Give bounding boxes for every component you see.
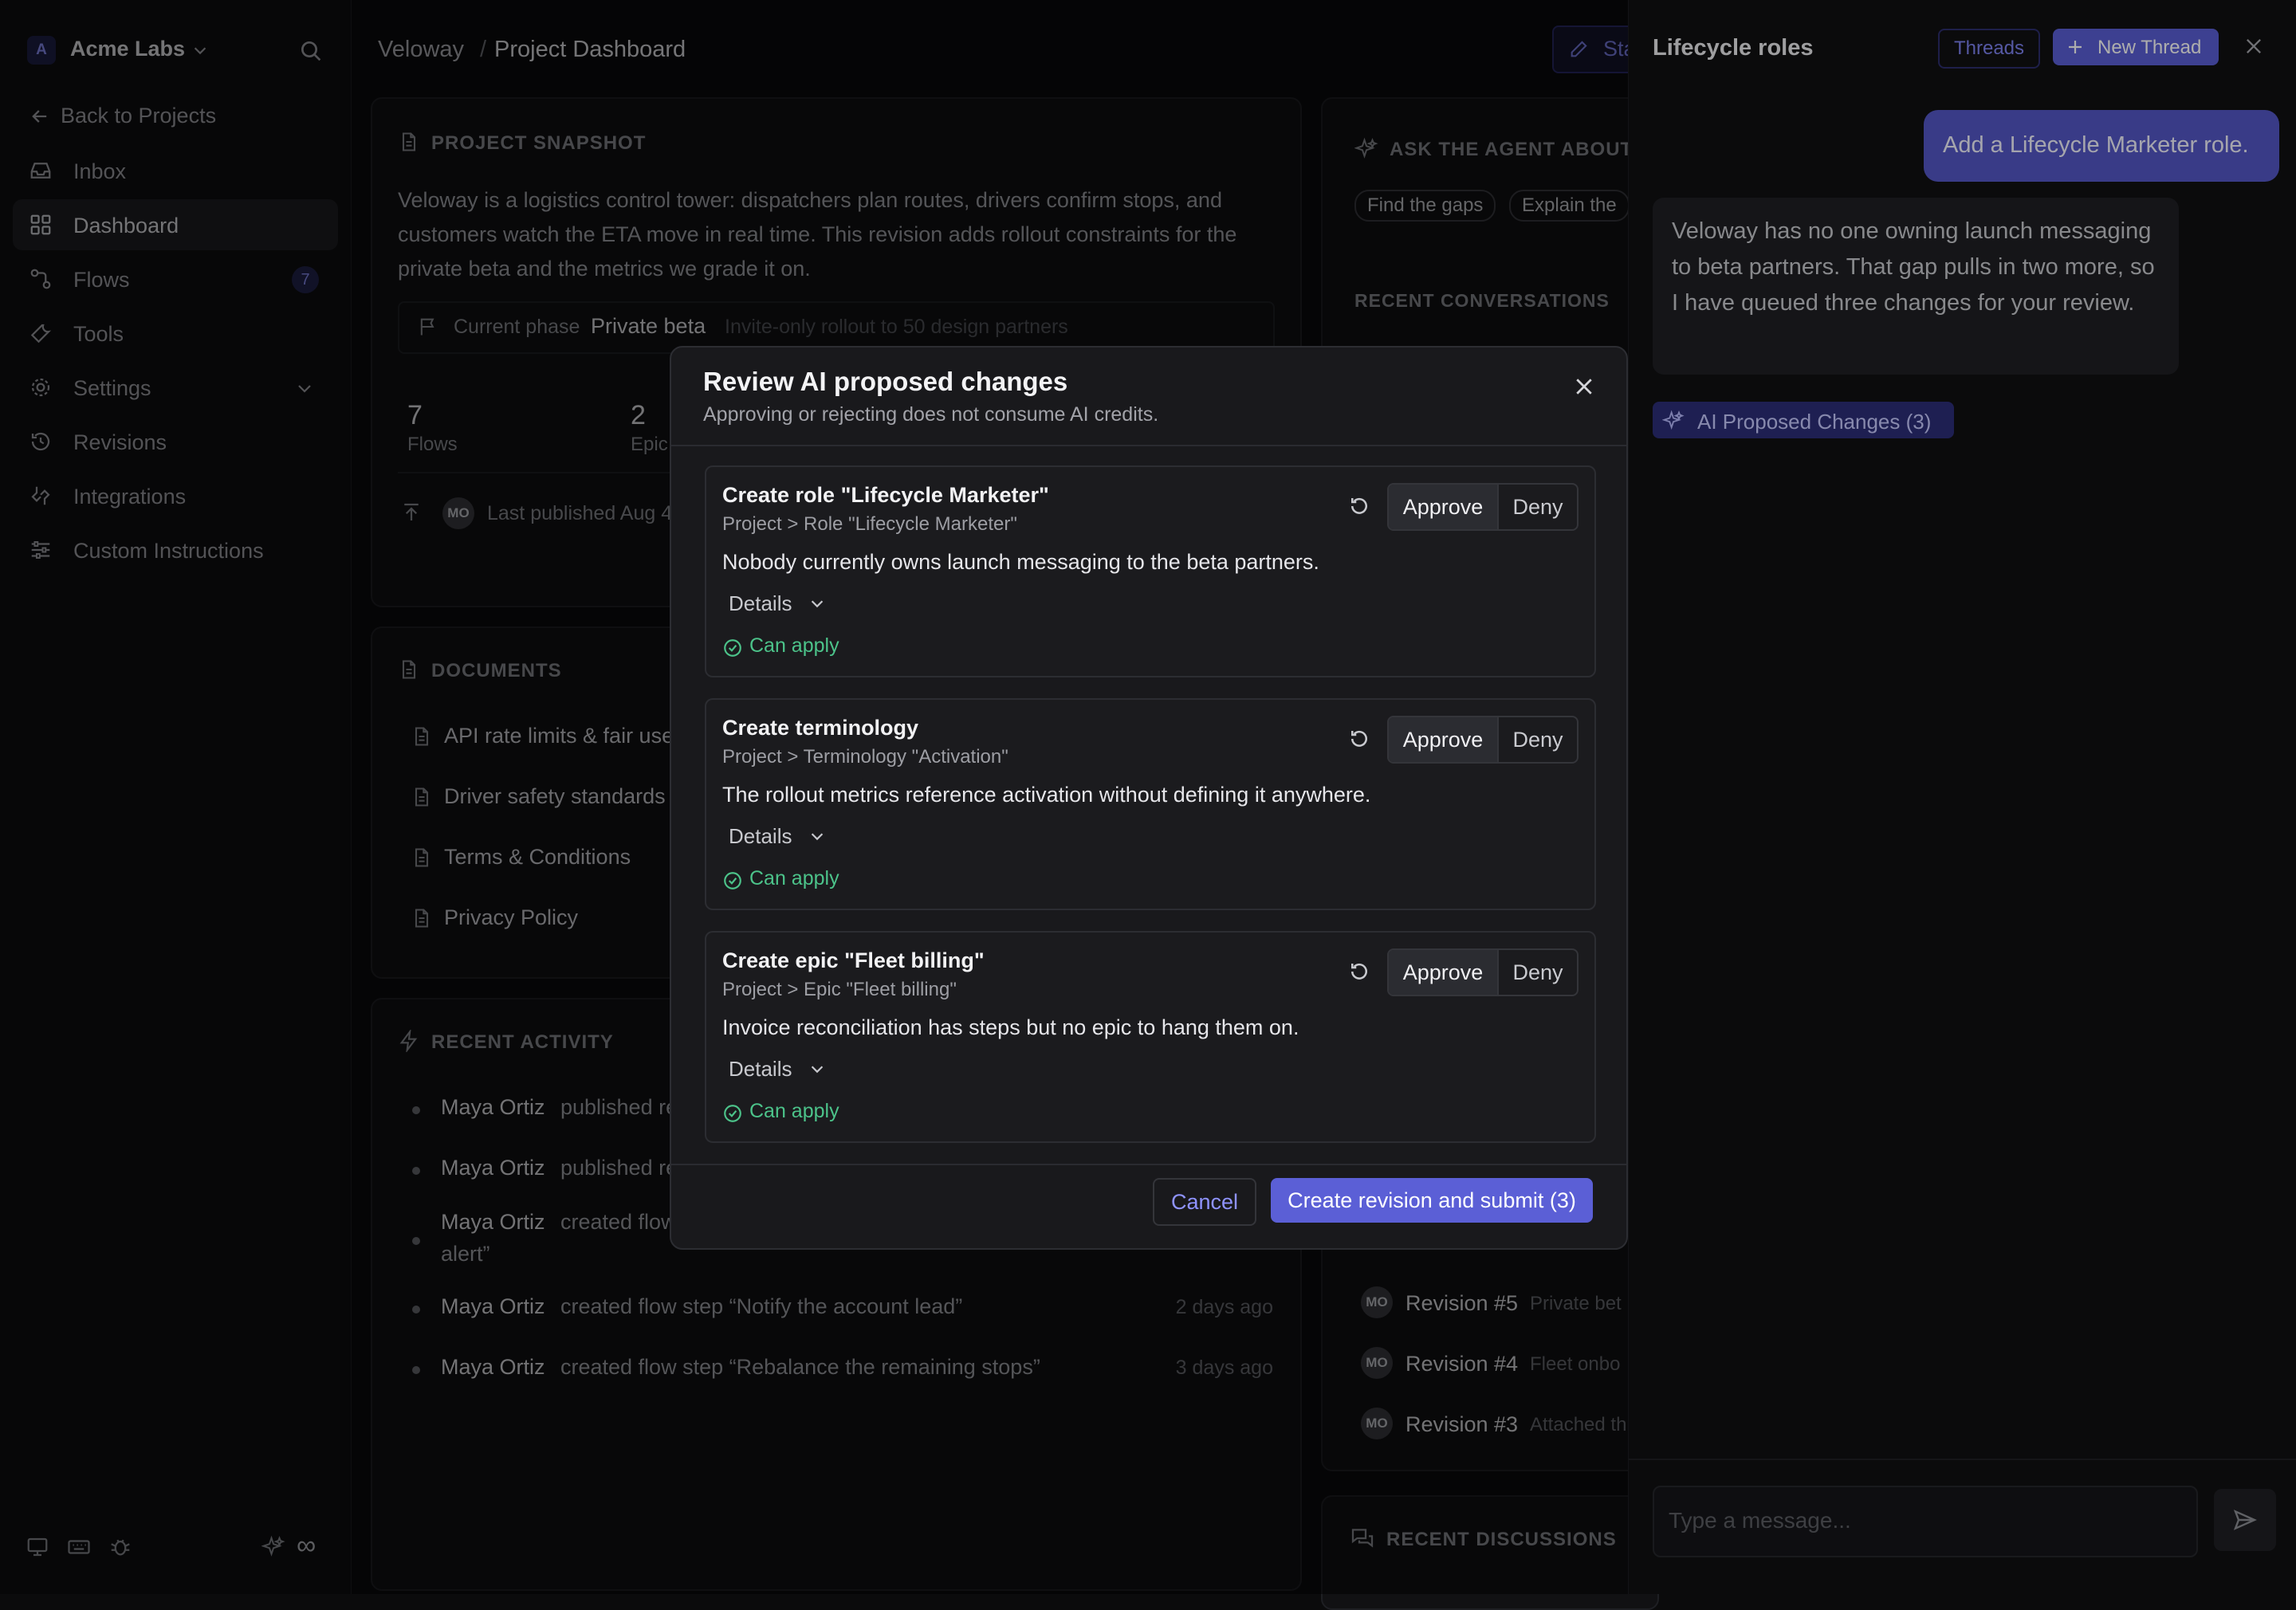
can-apply-label: Can apply xyxy=(749,634,839,657)
approve-deny-toggle: Approve Deny xyxy=(1387,948,1578,996)
reset-icon[interactable] xyxy=(1347,727,1371,751)
approve-deny-toggle: Approve Deny xyxy=(1387,716,1578,764)
details-label: Details xyxy=(729,591,792,615)
details-toggle[interactable]: Details xyxy=(729,824,840,851)
change-description: Nobody currently owns launch messaging t… xyxy=(722,550,1319,574)
reset-icon[interactable] xyxy=(1347,494,1371,518)
can-apply-label: Can apply xyxy=(749,1100,839,1122)
details-toggle[interactable]: Details xyxy=(729,591,840,618)
details-toggle[interactable]: Details xyxy=(729,1057,840,1084)
approve-button[interactable]: Approve xyxy=(1389,717,1499,762)
change-path: Project > Role "Lifecycle Marketer" xyxy=(722,513,1017,535)
reset-icon[interactable] xyxy=(1347,960,1371,984)
change-card: Create epic "Fleet billing" Project > Ep… xyxy=(705,931,1596,1143)
can-apply-status: Can apply xyxy=(722,867,882,893)
approve-button[interactable]: Approve xyxy=(1389,485,1499,529)
deny-button[interactable]: Deny xyxy=(1499,717,1577,762)
change-title: Create role "Lifecycle Marketer" xyxy=(722,483,1049,507)
chevron-down-icon xyxy=(811,833,824,841)
cancel-button[interactable]: Cancel xyxy=(1153,1178,1256,1226)
divider xyxy=(671,1164,1626,1165)
change-path: Project > Terminology "Activation" xyxy=(722,746,1008,768)
approve-button[interactable]: Approve xyxy=(1389,950,1499,995)
change-description: The rollout metrics reference activation… xyxy=(722,783,1371,807)
approve-deny-toggle: Approve Deny xyxy=(1387,483,1578,531)
close-icon[interactable] xyxy=(1572,375,1596,399)
chat-panel-dim xyxy=(1628,0,2296,1594)
submit-label: Create revision and submit (3) xyxy=(1288,1188,1576,1212)
chevron-down-icon xyxy=(811,600,824,608)
change-description: Invoice reconciliation has steps but no … xyxy=(722,1015,1299,1039)
can-apply-status: Can apply xyxy=(722,1100,882,1125)
change-title: Create epic "Fleet billing" xyxy=(722,948,985,972)
change-card: Create role "Lifecycle Marketer" Project… xyxy=(705,465,1596,677)
check-circle-icon xyxy=(724,872,741,889)
modal-subtitle: Approving or rejecting does not consume … xyxy=(703,403,1159,426)
submit-button[interactable]: Create revision and submit (3) xyxy=(1271,1178,1593,1223)
chevron-down-icon xyxy=(811,1066,824,1074)
can-apply-status: Can apply xyxy=(722,634,882,660)
can-apply-label: Can apply xyxy=(749,867,839,889)
deny-button[interactable]: Deny xyxy=(1499,485,1577,529)
divider xyxy=(671,445,1626,446)
change-card: Create terminology Project > Terminology… xyxy=(705,698,1596,910)
cancel-label: Cancel xyxy=(1170,1189,1239,1214)
review-changes-modal: Review AI proposed changes Approving or … xyxy=(670,346,1628,1250)
details-label: Details xyxy=(729,824,792,848)
change-path: Project > Epic "Fleet billing" xyxy=(722,979,957,1000)
check-circle-icon xyxy=(724,639,741,657)
deny-button[interactable]: Deny xyxy=(1499,950,1577,995)
details-label: Details xyxy=(729,1057,792,1081)
change-title: Create terminology xyxy=(722,716,919,740)
check-circle-icon xyxy=(724,1105,741,1122)
modal-title: Review AI proposed changes xyxy=(703,367,1068,396)
